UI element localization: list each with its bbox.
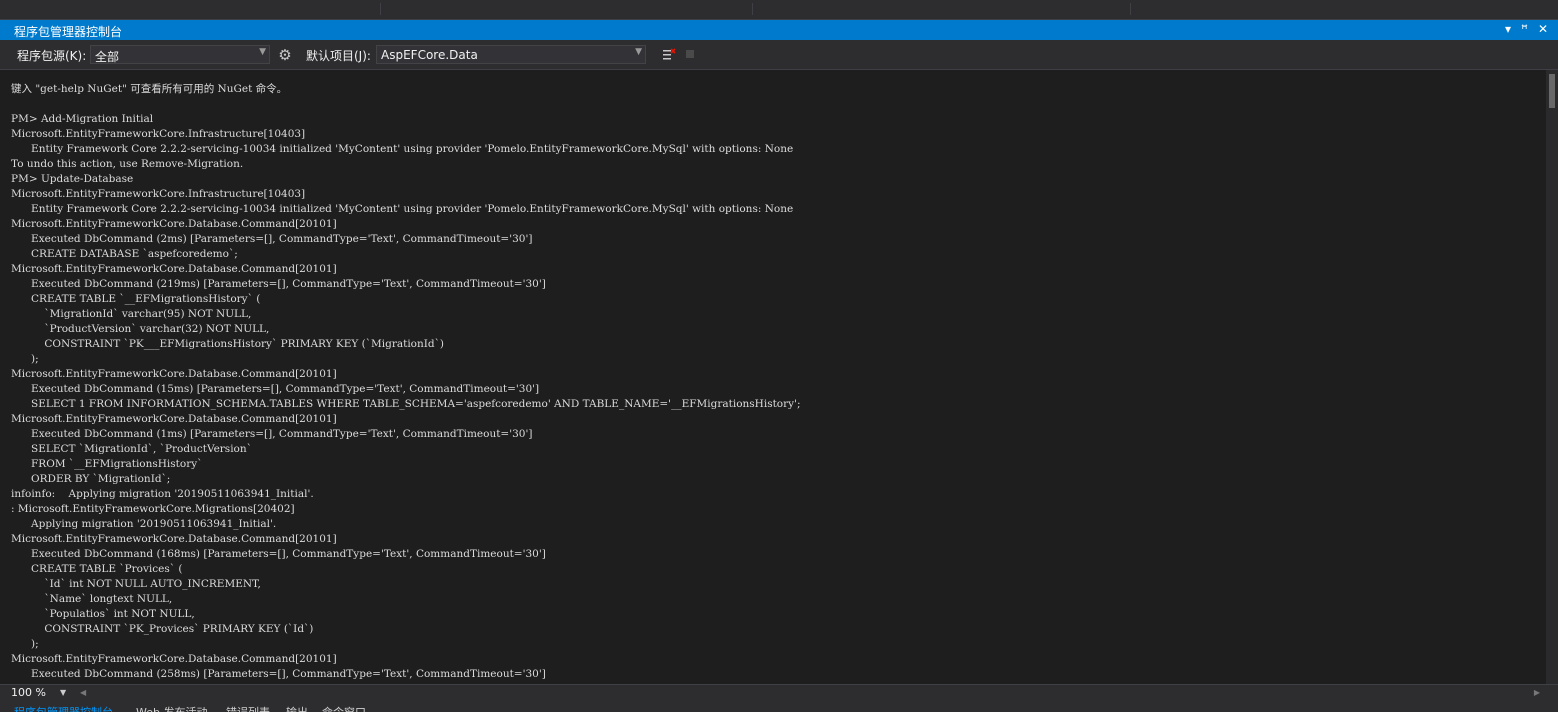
console-line: ORDER BY `MigrationId`;	[11, 473, 171, 485]
console-line: Microsoft.EntityFrameworkCore.Database.C…	[11, 218, 337, 230]
console-line: infoinfo: Applying migration '2019051106…	[11, 488, 314, 500]
console-line: Executed DbCommand (2ms) [Parameters=[],…	[11, 233, 533, 245]
console-line: Executed DbCommand (1ms) [Parameters=[],…	[11, 428, 533, 440]
tab-command-window[interactable]: 命令窗口	[322, 704, 366, 712]
console-line: Executed DbCommand (168ms) [Parameters=[…	[11, 548, 546, 560]
panel-title: 程序包管理器控制台	[14, 25, 123, 39]
panel-window-controls: ▾ ꟸ ✕	[1505, 22, 1548, 36]
tab-web-publish-activity[interactable]: Web 发布活动	[136, 704, 207, 712]
console-line: Microsoft.EntityFrameworkCore.Infrastruc…	[11, 188, 306, 200]
console-line: CREATE TABLE `Provices` (	[11, 563, 183, 575]
scroll-right-icon[interactable]: ▶	[1534, 688, 1540, 697]
console-line: Executed DbCommand (15ms) [Parameters=[]…	[11, 383, 540, 395]
console-line: );	[11, 638, 39, 650]
console-line: Microsoft.EntityFrameworkCore.Database.C…	[11, 653, 337, 665]
console-line: Entity Framework Core 2.2.2-servicing-10…	[11, 203, 794, 215]
console-line: Entity Framework Core 2.2.2-servicing-10…	[11, 143, 794, 155]
chevron-down-icon: ▼	[635, 47, 642, 57]
console-line: `Populatios` int NOT NULL,	[11, 608, 195, 620]
document-tab-strip	[0, 0, 1558, 20]
console-line: PM> Update-Database	[11, 173, 134, 185]
bottom-tool-tabs: 程序包管理器控制台 Web 发布活动 错误列表 输出 命令窗口	[0, 702, 1558, 712]
console-line: Microsoft.EntityFrameworkCore.Database.C…	[11, 413, 337, 425]
console-line: Microsoft.EntityFrameworkCore.Database.C…	[11, 533, 337, 545]
console-line: CONSTRAINT `PK___EFMigrationsHistory` PR…	[11, 338, 444, 350]
console-output[interactable]: 键入 "get-help NuGet" 可查看所有可用的 NuGet 命令。 PM…	[0, 70, 1546, 684]
console-line: 键入 "get-help NuGet" 可查看所有可用的 NuGet 命令。	[11, 83, 288, 95]
console-line: SELECT 1 FROM INFORMATION_SCHEMA.TABLES …	[11, 398, 801, 410]
console-line: `Id` int NOT NULL AUTO_INCREMENT,	[11, 578, 261, 590]
console-line: CREATE DATABASE `aspefcoredemo`;	[11, 248, 238, 260]
console-status-bar: 100 % ▼ ◀ ▶	[0, 684, 1558, 702]
console-line: PM> Add-Migration Initial	[11, 113, 154, 125]
default-project-value: AspEFCore.Data	[381, 48, 478, 62]
gear-icon[interactable]: ⚙	[276, 46, 294, 64]
close-icon[interactable]: ✕	[1538, 22, 1548, 36]
chevron-down-icon: ▼	[259, 47, 266, 57]
console-line: `Name` longtext NULL,	[11, 593, 173, 605]
console-line: `MigrationId` varchar(95) NOT NULL,	[11, 308, 252, 320]
tab-output[interactable]: 输出	[286, 704, 308, 712]
default-project-select[interactable]: AspEFCore.Data ▼	[376, 45, 646, 64]
console-line: CREATE TABLE `__EFMigrationsHistory` (	[11, 293, 261, 305]
console-line: );	[11, 353, 39, 365]
console-line: Applying migration '20190511063941_Initi…	[11, 518, 277, 530]
clear-console-icon[interactable]	[662, 47, 676, 63]
dropdown-menu-icon[interactable]: ▾	[1505, 22, 1511, 36]
console-line: Microsoft.EntityFrameworkCore.Infrastruc…	[11, 128, 306, 140]
console-line: Executed DbCommand (258ms) [Parameters=[…	[11, 668, 546, 680]
tab-error-list[interactable]: 错误列表	[226, 704, 270, 712]
console-toolbar: 程序包源(K): 全部 ▼ 默认项目(J): AspEFCore.Data ▼	[0, 40, 1558, 70]
package-source-value: 全部	[95, 50, 120, 64]
horizontal-scrollbar[interactable]: ◀ ▶	[80, 688, 1540, 698]
console-line: `ProductVersion` varchar(32) NOT NULL,	[11, 323, 270, 335]
pin-icon[interactable]: ꟸ	[1521, 22, 1528, 36]
tab-package-manager-console[interactable]: 程序包管理器控制台	[14, 704, 113, 712]
stop-icon[interactable]	[686, 50, 694, 58]
console-line: Microsoft.EntityFrameworkCore.Database.C…	[11, 368, 337, 380]
panel-title-bar: 程序包管理器控制台 ▾ ꟸ ✕	[0, 20, 1558, 40]
console-line: Microsoft.EntityFrameworkCore.Database.C…	[11, 263, 337, 275]
console-lines: 键入 "get-help NuGet" 可查看所有可用的 NuGet 命令。 PM…	[11, 82, 801, 682]
console-line: To undo this action, use Remove-Migratio…	[11, 158, 244, 170]
tab-separator	[1130, 3, 1131, 15]
tab-separator	[752, 3, 753, 15]
zoom-level[interactable]: 100 %	[11, 686, 46, 699]
chevron-down-icon[interactable]: ▼	[60, 688, 66, 697]
package-source-label: 程序包源(K):	[17, 49, 87, 63]
scroll-left-icon[interactable]: ◀	[80, 688, 86, 697]
default-project-label: 默认项目(J):	[306, 49, 371, 63]
tab-separator	[380, 3, 381, 15]
console-line: Executed DbCommand (219ms) [Parameters=[…	[11, 278, 546, 290]
console-line: SELECT `MigrationId`, `ProductVersion`	[11, 443, 252, 455]
console-line: CONSTRAINT `PK_Provices` PRIMARY KEY (`I…	[11, 623, 314, 635]
vertical-scrollbar-thumb[interactable]	[1549, 74, 1555, 108]
package-source-select[interactable]: 全部 ▼	[90, 45, 270, 64]
vertical-scrollbar[interactable]	[1546, 70, 1558, 684]
console-line: FROM `__EFMigrationsHistory`	[11, 458, 203, 470]
console-line: : Microsoft.EntityFrameworkCore.Migratio…	[11, 503, 295, 515]
